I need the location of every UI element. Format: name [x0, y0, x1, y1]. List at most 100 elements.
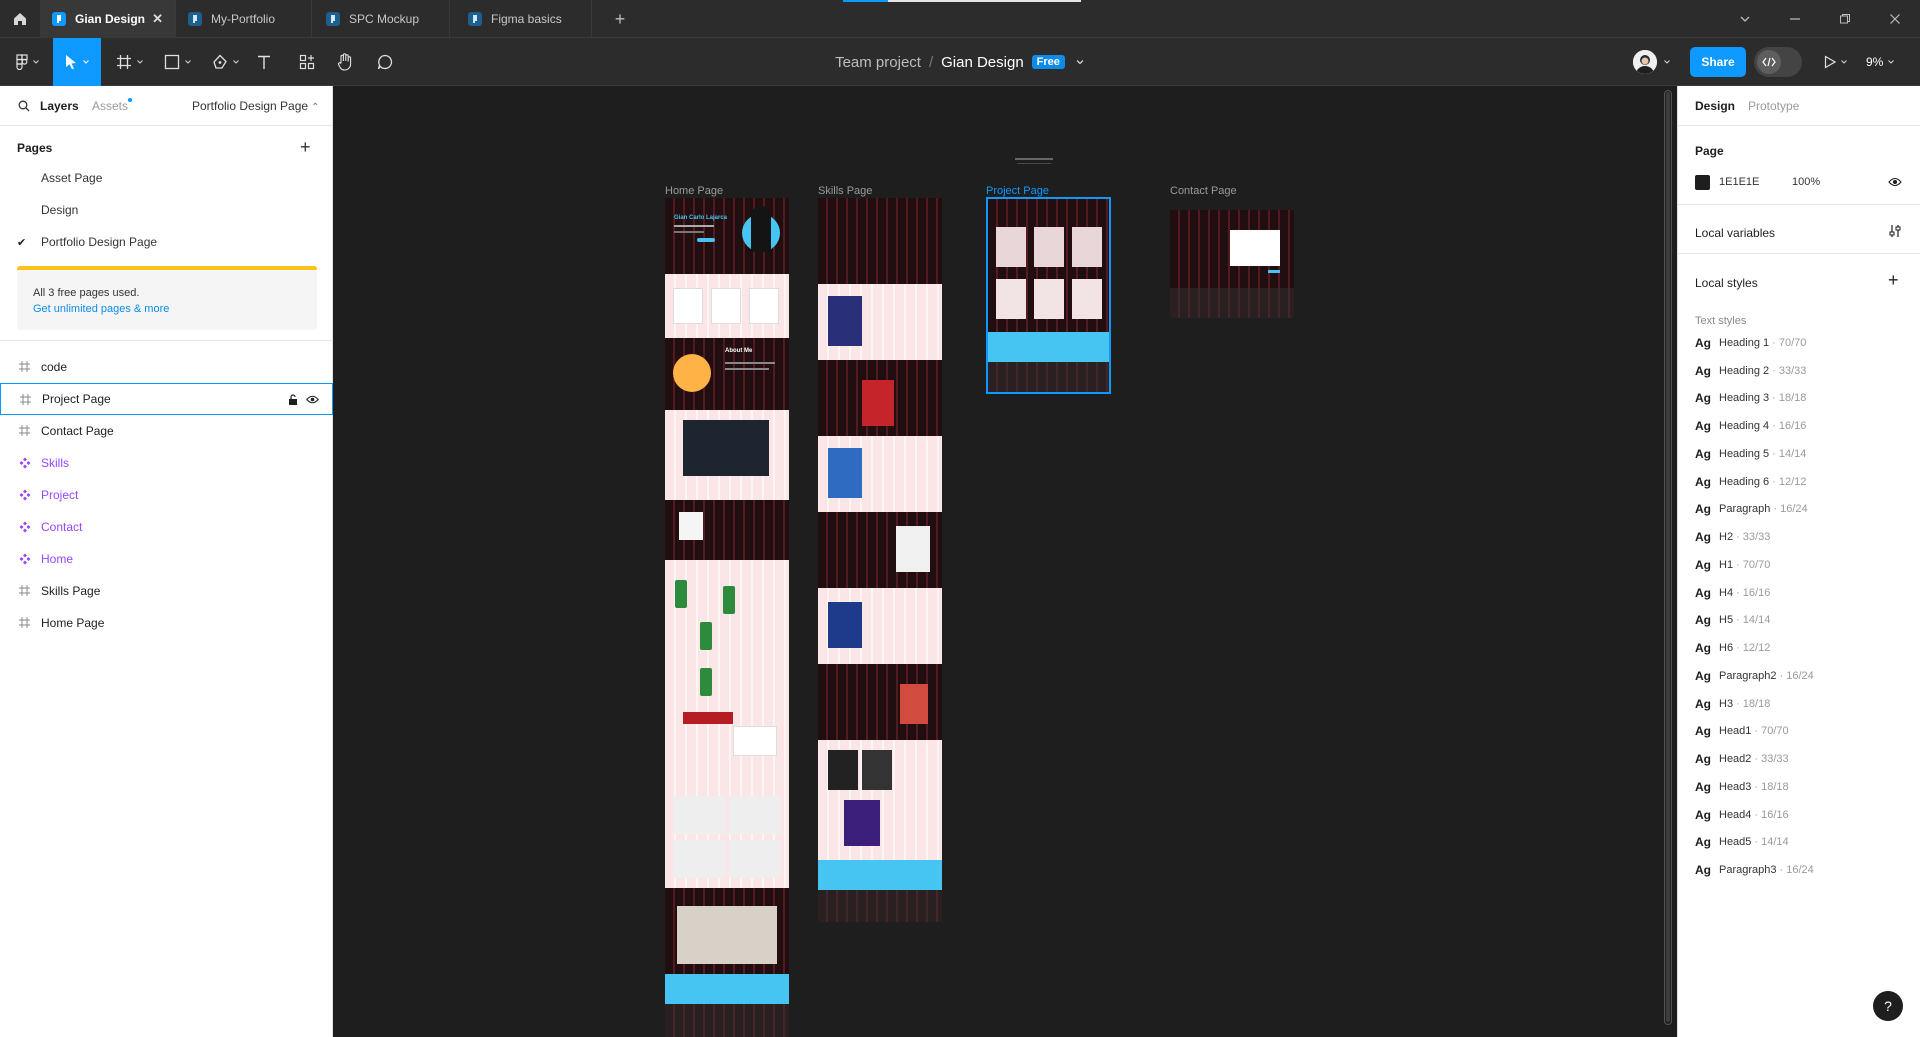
frame-label-contact-page[interactable]: Contact Page — [1170, 185, 1237, 197]
page-picker[interactable]: Portfolio Design Page ⌃ — [192, 99, 319, 113]
skills-footer — [818, 890, 942, 922]
search-icon[interactable] — [18, 100, 30, 112]
move-tool-icon[interactable] — [53, 38, 101, 86]
local-variables-label[interactable]: Local variables — [1695, 226, 1775, 240]
text-style-item[interactable]: Ag H6 · 12/12 — [1695, 638, 1770, 658]
present-icon[interactable] — [1818, 38, 1854, 86]
project-name[interactable]: Team project — [835, 54, 921, 71]
frame-skills-page[interactable] — [818, 198, 942, 922]
frame-label-skills-page[interactable]: Skills Page — [818, 185, 872, 197]
canvas-element[interactable] — [1015, 158, 1053, 160]
page-opacity-value[interactable]: 100% — [1792, 176, 1820, 188]
text-style-item[interactable]: Ag Heading 6 · 12/12 — [1695, 472, 1806, 492]
text-style-item[interactable]: Ag H5 · 14/14 — [1695, 610, 1770, 630]
figma-file-icon — [468, 12, 482, 26]
eye-icon[interactable] — [306, 395, 319, 404]
text-style-size: · 14/14 — [1772, 448, 1807, 460]
text-style-item[interactable]: Ag Heading 3 · 18/18 — [1695, 388, 1806, 408]
skills-section — [818, 740, 942, 860]
text-tool-icon[interactable] — [252, 38, 276, 86]
dev-mode-toggle[interactable] — [1754, 47, 1802, 77]
tab-my-portfolio[interactable]: My-Portfolio — [176, 0, 312, 38]
tab-design[interactable]: Design — [1695, 99, 1735, 113]
new-tab-button[interactable]: + — [606, 0, 634, 38]
tab-spc-mockup[interactable]: SPC Mockup — [314, 0, 450, 38]
text-style-name: H2 — [1719, 531, 1734, 543]
scrollbar-thumb[interactable] — [1666, 92, 1670, 1022]
text-style-item[interactable]: Ag Head1 · 70/70 — [1695, 721, 1789, 741]
text-style-size: · 18/18 — [1772, 392, 1807, 404]
comment-icon[interactable] — [373, 38, 397, 86]
text-style-name: Head1 — [1719, 725, 1752, 737]
file-name[interactable]: Gian Design — [941, 54, 1024, 71]
page-color-swatch[interactable] — [1695, 175, 1710, 190]
text-style-item[interactable]: Ag H3 · 18/18 — [1695, 694, 1770, 714]
layer-project[interactable]: Project — [0, 479, 333, 511]
figma-app: Gian Design ✕ My-Portfolio SPC Mockup Fi… — [0, 0, 1920, 1037]
text-style-item[interactable]: Ag Head5 · 14/14 — [1695, 832, 1789, 852]
text-style-item[interactable]: Ag Head2 · 33/33 — [1695, 749, 1789, 769]
page-color-value[interactable]: 1E1E1E — [1719, 176, 1759, 188]
add-style-button[interactable]: + — [1888, 270, 1899, 291]
zoom-menu[interactable]: 9% — [1866, 38, 1895, 86]
text-style-item[interactable]: Ag H1 · 70/70 — [1695, 555, 1770, 575]
share-button[interactable]: Share — [1690, 47, 1746, 77]
frame-home-page[interactable]: Gian Carlo Lajarca About Me — [665, 198, 789, 1037]
help-icon[interactable]: ? — [1873, 991, 1903, 1021]
frame-tool-icon[interactable] — [110, 38, 150, 86]
layer-skills-page[interactable]: Skills Page — [0, 575, 333, 607]
tab-assets[interactable]: Assets — [92, 99, 128, 113]
frame-label-home-page[interactable]: Home Page — [665, 185, 723, 197]
text-style-item[interactable]: Ag Heading 1 · 70/70 — [1695, 333, 1806, 353]
add-page-button[interactable]: + — [300, 137, 311, 158]
chevron-down-icon[interactable] — [1720, 0, 1770, 38]
avatar[interactable] — [1633, 50, 1657, 74]
badge — [723, 586, 735, 614]
hand-tool-icon[interactable] — [333, 38, 357, 86]
layer-contact[interactable]: Contact — [0, 511, 333, 543]
tab-gian-design[interactable]: Gian Design ✕ — [40, 0, 176, 38]
layer-project-page[interactable]: Project Page — [0, 383, 333, 415]
page-item[interactable]: Asset Page — [0, 162, 333, 194]
resources-icon[interactable] — [295, 38, 319, 86]
layer-contact-page[interactable]: Contact Page — [0, 415, 333, 447]
tab-prototype[interactable]: Prototype — [1748, 99, 1799, 113]
tab-layers[interactable]: Layers — [40, 99, 79, 113]
chevron-down-icon[interactable] — [1660, 38, 1674, 86]
text-style-item[interactable]: Ag H2 · 33/33 — [1695, 527, 1770, 547]
chevron-down-icon[interactable] — [1075, 57, 1085, 67]
frame-contact-page[interactable] — [1170, 210, 1294, 318]
text-style-preview: Ag — [1695, 724, 1711, 738]
page-item[interactable]: ✔ Portfolio Design Page — [0, 226, 333, 258]
upgrade-link[interactable]: Get unlimited pages & more — [33, 303, 169, 315]
eye-icon[interactable] — [1888, 177, 1902, 187]
text-style-item[interactable]: Ag Heading 5 · 14/14 — [1695, 444, 1806, 464]
text-style-item[interactable]: Ag Paragraph · 16/24 — [1695, 499, 1808, 519]
text-style-item[interactable]: Ag H4 · 16/16 — [1695, 583, 1770, 603]
close-icon[interactable]: ✕ — [152, 11, 163, 27]
notice-text: All 3 free pages used. — [33, 287, 140, 299]
pen-tool-icon[interactable] — [206, 38, 246, 86]
layer-skills[interactable]: Skills — [0, 447, 333, 479]
minimize-icon[interactable] — [1770, 0, 1820, 38]
home-icon[interactable] — [0, 0, 40, 38]
text-style-item[interactable]: Ag Head4 · 16/16 — [1695, 805, 1789, 825]
figma-menu-icon[interactable] — [10, 38, 46, 86]
text-style-item[interactable]: Ag Heading 4 · 16/16 — [1695, 416, 1806, 436]
text-style-item[interactable]: Ag Heading 2 · 33/33 — [1695, 361, 1806, 381]
layer-home-page[interactable]: Home Page — [0, 607, 333, 639]
shape-tool-icon[interactable] — [158, 38, 198, 86]
text-style-item[interactable]: Ag Paragraph2 · 16/24 — [1695, 666, 1814, 686]
text-style-size: · 16/16 — [1736, 587, 1771, 599]
frame-label-project-page[interactable]: Project Page — [986, 185, 1049, 197]
layer-code[interactable]: code — [0, 351, 333, 383]
tab-figma-basics[interactable]: Figma basics — [456, 0, 592, 38]
text-style-item[interactable]: Ag Head3 · 18/18 — [1695, 777, 1789, 797]
layer-home[interactable]: Home — [0, 543, 333, 575]
text-style-item[interactable]: Ag Paragraph3 · 16/24 — [1695, 860, 1814, 880]
restore-icon[interactable] — [1820, 0, 1870, 38]
lock-icon[interactable] — [288, 394, 298, 405]
page-item[interactable]: Design — [0, 194, 333, 226]
adjust-icon[interactable] — [1888, 224, 1902, 238]
window-close-icon[interactable] — [1870, 0, 1920, 38]
